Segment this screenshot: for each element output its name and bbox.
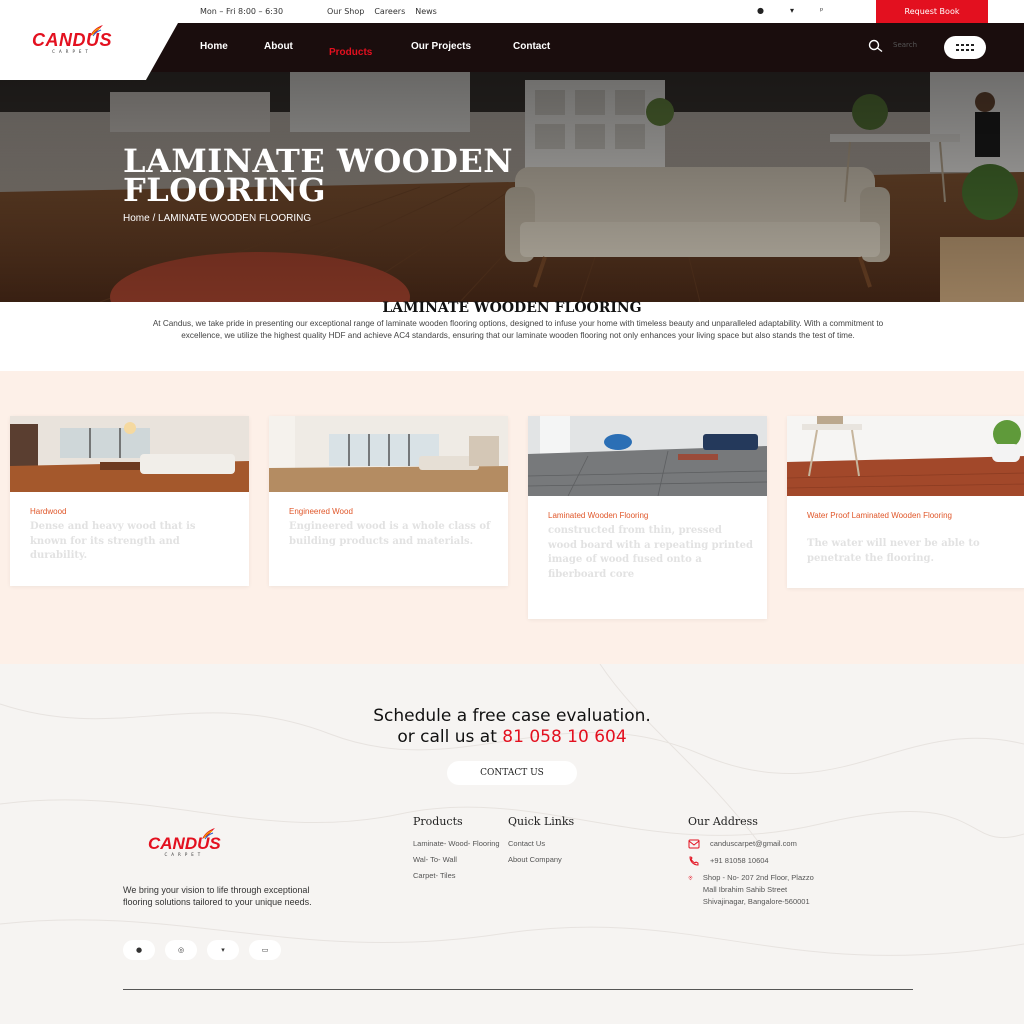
location-icon: [688, 875, 693, 881]
card-hardwood-desc: Dense and heavy wood that is known for i…: [30, 521, 196, 561]
cta-heading: Schedule a free case evaluation.: [373, 706, 651, 726]
card-engineered-image: [269, 416, 508, 492]
footer-link-laminate[interactable]: Laminate- Wood- Flooring: [413, 838, 503, 850]
nav-item-about[interactable]: About: [264, 41, 293, 52]
top-bar: Mon – Fri 8:00 – 6:30 Our Shop Careers N…: [0, 0, 1024, 23]
footer-phone-row: +91 81058 10604: [688, 855, 769, 867]
engineered-room-image: [269, 416, 508, 492]
footer-quick-list: Contact Us About Company: [508, 838, 618, 870]
top-link-careers[interactable]: Careers: [374, 7, 405, 16]
footer-quick-title: Quick Links: [508, 815, 575, 828]
nav-item-home[interactable]: Home: [200, 41, 228, 52]
facebook-icon[interactable]: ●: [757, 6, 764, 15]
pinterest-icon[interactable]: ᵖ: [820, 6, 823, 15]
top-links: Our Shop Careers News: [327, 7, 437, 16]
top-social: ● ▾ ᵖ: [757, 6, 823, 15]
request-book-button[interactable]: Request Book: [876, 0, 988, 23]
nav-item-our-projects[interactable]: Our Projects: [411, 41, 471, 52]
footer-divider: [123, 989, 913, 990]
cta-phone-number[interactable]: 81 058 10 604: [502, 727, 626, 747]
instagram-icon[interactable]: ◎: [165, 940, 197, 960]
bird-logo-icon: [202, 828, 215, 840]
footer-social: ● ◎ ▾ ▭: [123, 940, 281, 960]
business-hours: Mon – Fri 8:00 – 6:30: [200, 7, 284, 16]
footer-logo[interactable]: CANDUS CARPET: [148, 828, 221, 857]
intro-text: At Candus, we take pride in presenting o…: [152, 319, 884, 340]
laminated-room-image: [528, 416, 767, 496]
bird-logo-icon: [90, 25, 103, 37]
card-engineered-title[interactable]: Engineered Wood: [289, 506, 353, 518]
phone-icon: [689, 856, 699, 866]
card-laminated-desc: constructed from thin, pressed wood boar…: [548, 525, 753, 580]
nav-item-products[interactable]: Products: [329, 47, 372, 58]
card-laminated-wooden[interactable]: Laminated Wooden Flooring constructed fr…: [528, 416, 767, 619]
footer-email[interactable]: canduscarpet@gmail.com: [710, 838, 797, 850]
top-link-our-shop[interactable]: Our Shop: [327, 7, 364, 16]
facebook-icon[interactable]: ●: [123, 940, 155, 960]
footer-products-title: Products: [413, 815, 463, 828]
top-link-news[interactable]: News: [415, 7, 437, 16]
footer-products-list: Laminate- Wood- Flooring Wal- To- Wall C…: [413, 838, 503, 886]
search-box[interactable]: Search: [867, 39, 927, 55]
waterproof-room-image: [787, 416, 1024, 496]
breadcrumb[interactable]: Home / LAMINATE WOODEN FLOORING: [123, 213, 311, 224]
card-hardwood-title[interactable]: Hardwood: [30, 506, 66, 518]
intro-title: LAMINATE WOODEN FLOORING: [382, 300, 642, 316]
nav-item-contact[interactable]: Contact: [513, 41, 550, 52]
footer-link-wall-to-wall[interactable]: Wal- To- Wall: [413, 854, 503, 866]
contact-us-button[interactable]: CONTACT US: [447, 761, 577, 785]
card-hardwood-image: [10, 416, 249, 492]
footer-phone[interactable]: +91 81058 10604: [710, 855, 769, 867]
hero-banner: LAMINATE WOODEN FLOORING Home / LAMINATE…: [0, 72, 1024, 302]
footer-link-about-company[interactable]: About Company: [508, 854, 618, 866]
site-logo[interactable]: CANDUS CARPET: [32, 25, 112, 54]
card-waterproof-image: [787, 416, 1024, 496]
search-icon[interactable]: [867, 39, 885, 53]
footer-link-carpet-tiles[interactable]: Carpet- Tiles: [413, 870, 503, 882]
footer-address-title: Our Address: [688, 815, 758, 828]
card-laminated-image: [528, 416, 767, 496]
hardwood-room-image: [10, 416, 249, 492]
menu-button[interactable]: [944, 36, 986, 59]
cta-call-line: or call us at 81 058 10 604: [0, 727, 1024, 747]
card-waterproof-desc: The water will never be able to penetrat…: [807, 538, 980, 564]
footer-link-contact-us[interactable]: Contact Us: [508, 838, 618, 850]
card-engineered-desc: Engineered wood is a whole class of buil…: [289, 521, 491, 547]
card-hardwood[interactable]: Hardwood Dense and heavy wood that is kn…: [10, 416, 249, 586]
card-water-proof[interactable]: Water Proof Laminated Wooden Flooring Th…: [787, 416, 1024, 588]
linkedin-icon[interactable]: ▭: [249, 940, 281, 960]
mail-icon: [688, 839, 700, 849]
footer-email-row: canduscarpet@gmail.com: [688, 838, 797, 850]
card-waterproof-title[interactable]: Water Proof Laminated Wooden Flooring: [807, 510, 996, 522]
hero-title: LAMINATE WOODEN FLOORING: [123, 145, 513, 209]
hero-title-line2: FLOORING: [123, 171, 327, 209]
search-placeholder: Search: [893, 41, 918, 49]
footer-tagline: We bring your vision to life through exc…: [123, 885, 312, 907]
card-engineered-wood[interactable]: Engineered Wood Engineered wood is a who…: [269, 416, 508, 586]
footer-address: Shop - No- 207 2nd Floor, Plazzo Mall Ib…: [702, 873, 814, 906]
grid-menu-icon: [956, 43, 974, 51]
footer-address-row: Shop - No- 207 2nd Floor, Plazzo Mall Ib…: [688, 872, 828, 908]
cta-call-prefix: or call us at: [397, 727, 503, 747]
twitter-icon[interactable]: ▾: [207, 940, 239, 960]
twitter-icon[interactable]: ▾: [790, 6, 794, 15]
card-laminated-title[interactable]: Laminated Wooden Flooring: [548, 510, 648, 522]
